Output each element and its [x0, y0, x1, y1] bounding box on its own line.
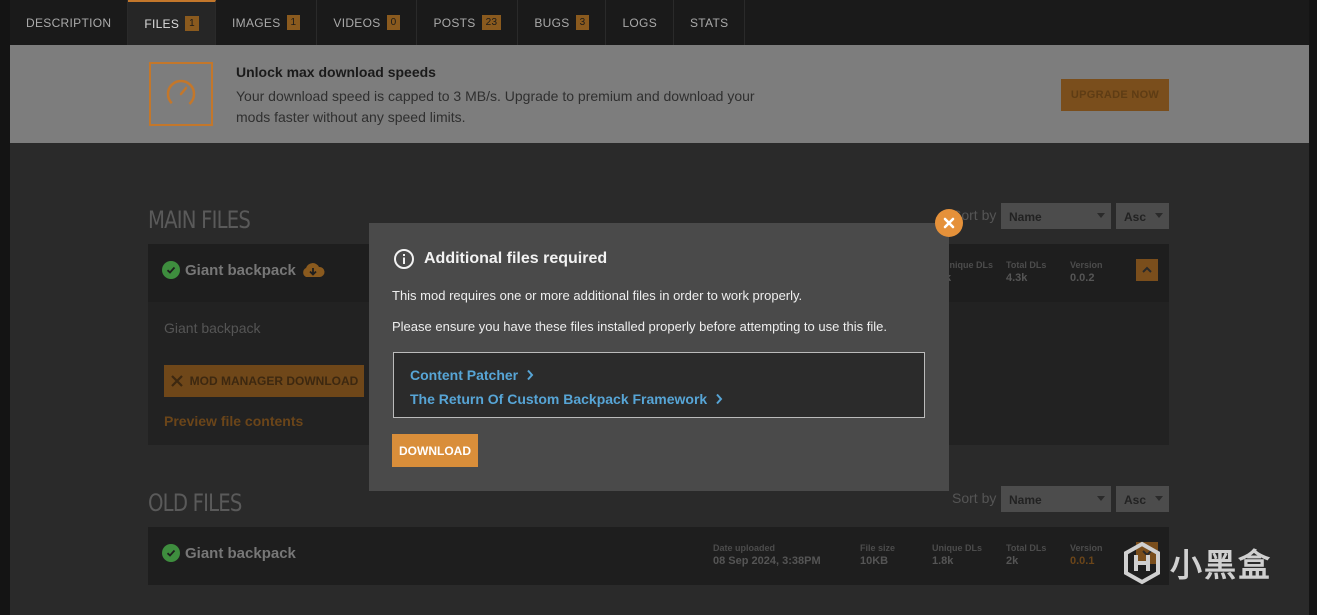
info-icon	[393, 248, 415, 275]
tab-badge: 3	[575, 15, 590, 30]
tab-files[interactable]: FILES 1	[128, 0, 217, 45]
version-value: 0.0.1	[1070, 555, 1095, 567]
requirement-link[interactable]: Content Patcher	[410, 363, 908, 387]
total-dls-label: Total DLs	[1006, 260, 1047, 270]
close-icon[interactable]	[935, 209, 963, 237]
check-icon	[162, 544, 180, 562]
total-dls-label: Total DLs	[1006, 543, 1047, 553]
collapse-button[interactable]	[1136, 259, 1158, 281]
speedometer-icon	[149, 62, 213, 126]
main-files-heading: MAIN FILES	[148, 206, 251, 234]
banner-title: Unlock max download speeds	[236, 64, 436, 80]
file-name: Giant backpack	[185, 545, 296, 562]
heybox-logo-icon	[1124, 541, 1160, 585]
file-size-label: File size	[860, 543, 896, 553]
version-label: Version	[1070, 260, 1103, 270]
cloud-download-icon	[300, 261, 326, 284]
tab-description[interactable]: DESCRIPTION	[10, 0, 129, 45]
preview-file-contents-link[interactable]: Preview file contents	[164, 413, 303, 429]
tab-bugs[interactable]: BUGS 3	[518, 0, 607, 45]
check-icon	[162, 261, 180, 279]
sort-label: Sort by	[952, 490, 997, 506]
file-description: Giant backpack	[164, 320, 261, 336]
modal-title: Additional files required	[424, 250, 608, 267]
tab-logs[interactable]: LOGS	[606, 0, 674, 45]
chevron-down-icon	[1155, 496, 1163, 501]
sort-field-select[interactable]: Name	[1001, 203, 1111, 229]
modal-message: Please ensure you have these files insta…	[392, 319, 888, 334]
old-file-header[interactable]: Giant backpack Date uploaded 08 Sep 2024…	[148, 527, 1169, 585]
tab-videos[interactable]: VIDEOS 0	[317, 0, 418, 45]
chevron-down-icon	[1097, 213, 1105, 218]
tab-badge: 1	[185, 16, 200, 31]
tab-stats[interactable]: STATS	[674, 0, 746, 45]
total-dls-value: 4.3k	[1006, 272, 1028, 284]
download-button[interactable]: DOWNLOAD	[392, 434, 478, 467]
additional-files-modal: Additional files required This mod requi…	[369, 223, 949, 491]
upgrade-now-button[interactable]: UPGRADE NOW	[1061, 79, 1169, 111]
banner-text: Your download speed is capped to 3 MB/s.…	[236, 88, 755, 125]
chevron-down-icon	[1097, 496, 1105, 501]
tab-images[interactable]: IMAGES 1	[216, 0, 318, 45]
unique-dls-label: Unique DLs	[932, 543, 983, 553]
chevron-down-icon	[1155, 213, 1163, 218]
file-size-value: 10KB	[860, 555, 889, 567]
old-files-heading: OLD FILES	[148, 489, 242, 517]
version-value: 0.0.2	[1070, 272, 1095, 284]
modal-message: This mod requires one or more additional…	[392, 288, 803, 303]
file-name: Giant backpack	[185, 262, 296, 279]
sort-order-select[interactable]: Asc	[1116, 486, 1169, 512]
requirement-link[interactable]: The Return Of Custom Backpack Framework	[410, 387, 908, 411]
version-label: Version	[1070, 543, 1103, 553]
date-uploaded-value: 08 Sep 2024, 3:38PM	[713, 555, 821, 567]
total-dls-value: 2k	[1006, 555, 1019, 567]
sort-order-select[interactable]: Asc	[1116, 203, 1169, 229]
tools-icon	[170, 375, 183, 387]
chevron-right-icon	[527, 369, 534, 381]
tab-bar: DESCRIPTION FILES 1 IMAGES 1 VIDEOS 0 POSTS…	[10, 0, 1309, 45]
chevron-right-icon	[716, 393, 723, 405]
unique-dls-label: Unique DLs	[943, 260, 994, 270]
tab-badge: 0	[386, 15, 401, 30]
watermark: 小黑盒	[1120, 540, 1272, 586]
tab-posts[interactable]: POSTS 23	[417, 0, 519, 45]
sort-field-select[interactable]: Name	[1001, 486, 1111, 512]
premium-banner: Unlock max download speeds Your download…	[10, 45, 1309, 143]
chevron-up-icon	[1142, 266, 1152, 273]
unique-dls-value: 1.8k	[932, 555, 954, 567]
requirements-list: Content Patcher The Return Of Custom Bac…	[393, 352, 925, 418]
tab-badge: 23	[481, 15, 502, 30]
tab-badge: 1	[286, 15, 301, 30]
mod-manager-download-button[interactable]: MOD MANAGER DOWNLOAD	[164, 365, 364, 397]
date-uploaded-label: Date uploaded	[713, 543, 776, 553]
